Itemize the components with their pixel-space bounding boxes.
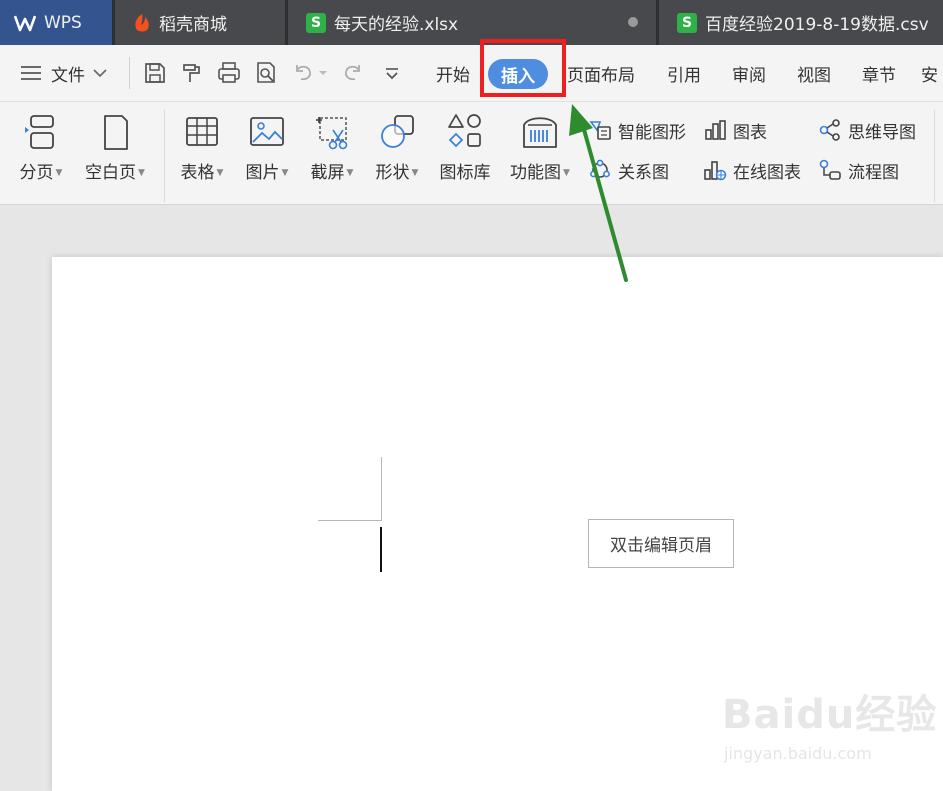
- tab-wps-home[interactable]: WPS: [0, 0, 112, 45]
- chevron-down-icon: [93, 69, 107, 78]
- shape-button[interactable]: 形状 ▼: [371, 112, 423, 200]
- file-menu-button[interactable]: 文件: [20, 45, 120, 101]
- watermark-brand: Baidu经验: [722, 692, 938, 738]
- dropdown-caret-icon: ▼: [346, 168, 354, 178]
- icon-library-button[interactable]: 图标库: [436, 112, 494, 200]
- mind-map-button[interactable]: 思维导图: [818, 115, 916, 145]
- text-cursor: [380, 527, 382, 572]
- spreadsheet-icon: S: [306, 12, 326, 33]
- ribbon-divider: [164, 110, 165, 202]
- page-corner-mark: [381, 457, 382, 521]
- watermark-url: jingyan.baidu.com: [724, 744, 872, 763]
- tab-chapter[interactable]: 章节: [855, 45, 903, 101]
- table-button[interactable]: 表格 ▼: [176, 112, 228, 200]
- redo-icon[interactable]: [340, 61, 364, 85]
- tab-bar: WPS 稻壳商城 S 每天的经验.xlsx S 百度经验2019-8-19数据.…: [0, 0, 943, 45]
- bar-chart-icon: [705, 120, 726, 140]
- baidu-watermark: Baidu经验 jingyan.baidu.com: [722, 682, 936, 774]
- print-icon[interactable]: [217, 61, 241, 85]
- blank-page-button[interactable]: 空白页 ▼: [80, 112, 150, 200]
- icon-library-label: 图标库: [439, 163, 491, 183]
- undo-icon[interactable]: [292, 61, 316, 85]
- tab-daoke-store[interactable]: 稻壳商城: [115, 0, 285, 45]
- page-break-label: 分页: [19, 163, 54, 183]
- smart-graphic-icon: [589, 121, 611, 140]
- wps-logo-icon: [14, 15, 36, 31]
- table-label: 表格: [180, 163, 215, 183]
- tab-xlsx-label: 每天的经验.xlsx: [334, 15, 459, 35]
- screenshot-label: 截屏: [310, 163, 345, 183]
- dropdown-caret-icon: ▼: [281, 168, 289, 178]
- page-break-icon: [21, 112, 61, 152]
- insert-ribbon: 分页 ▼ 空白页 ▼ 表格 ▼ 图片 ▼ 截屏 ▼ 形状 ▼ 图标库 功能图 ▼…: [0, 101, 943, 205]
- relation-chart-button[interactable]: 关系图: [588, 155, 669, 185]
- tab-csv-file[interactable]: S 百度经验2019-8-19数据.csv: [659, 0, 943, 45]
- blank-page-label: 空白页: [85, 163, 137, 183]
- relation-chart-icon: [590, 159, 610, 178]
- relation-chart-label: 关系图: [618, 162, 669, 183]
- tab-reference[interactable]: 引用: [660, 45, 708, 101]
- shape-label: 形状: [375, 163, 410, 183]
- flowchart-icon: [819, 159, 841, 180]
- daoke-logo-icon: [135, 13, 149, 31]
- icon-library-icon: [445, 112, 485, 152]
- function-chart-label: 功能图: [510, 163, 562, 183]
- tab-start[interactable]: 开始: [430, 45, 476, 101]
- barcode-chart-icon: [520, 112, 560, 152]
- print-preview-icon[interactable]: [254, 61, 278, 85]
- dropdown-caret-icon: ▼: [55, 168, 63, 178]
- menu-bar: 文件 开始 插入 页面布局 引用 审阅 视图 章节 安: [0, 45, 943, 101]
- file-menu-label: 文件: [51, 65, 85, 86]
- online-chart-icon: [704, 161, 727, 181]
- mind-map-label: 思维导图: [848, 122, 916, 143]
- flowchart-label: 流程图: [848, 162, 899, 183]
- ribbon-divider: [934, 110, 935, 202]
- unsaved-dot-icon: [628, 17, 638, 27]
- picture-label: 图片: [245, 163, 280, 183]
- tab-review[interactable]: 审阅: [725, 45, 773, 101]
- chart-label: 图表: [733, 122, 767, 143]
- tab-security[interactable]: 安: [921, 45, 943, 101]
- smart-graphic-button[interactable]: 智能图形: [588, 115, 686, 145]
- tab-wps-label: WPS: [44, 12, 82, 33]
- edit-header-tooltip[interactable]: 双击编辑页眉: [588, 519, 734, 568]
- chart-button[interactable]: 图表: [703, 115, 767, 145]
- customize-quick-access-icon[interactable]: [380, 61, 404, 85]
- table-icon: [182, 112, 222, 152]
- online-chart-button[interactable]: 在线图表: [703, 155, 801, 185]
- blank-page-icon: [95, 112, 135, 152]
- tab-view[interactable]: 视图: [790, 45, 838, 101]
- spreadsheet-icon: S: [677, 12, 697, 33]
- dropdown-caret-icon: ▼: [138, 168, 145, 178]
- tab-daoke-label: 稻壳商城: [159, 15, 227, 35]
- undo-dropdown-icon[interactable]: [317, 61, 329, 85]
- menu-divider: [129, 57, 130, 89]
- highlight-box: [480, 39, 566, 97]
- screenshot-scissors-icon: [312, 112, 352, 152]
- page-break-button[interactable]: 分页 ▼: [14, 112, 68, 200]
- format-painter-icon[interactable]: [180, 61, 204, 85]
- save-icon[interactable]: [143, 61, 167, 85]
- dropdown-caret-icon: ▼: [563, 168, 570, 178]
- flowchart-button[interactable]: 流程图: [818, 155, 899, 185]
- picture-icon: [247, 112, 287, 152]
- function-chart-button[interactable]: 功能图 ▼: [505, 112, 575, 200]
- screenshot-button[interactable]: 截屏 ▼: [306, 112, 358, 200]
- dropdown-caret-icon: ▼: [411, 168, 419, 178]
- dropdown-caret-icon: ▼: [216, 168, 224, 178]
- picture-button[interactable]: 图片 ▼: [241, 112, 293, 200]
- smart-graphic-label: 智能图形: [618, 122, 686, 143]
- page-corner-mark: [318, 520, 382, 521]
- tab-csv-label: 百度经验2019-8-19数据.csv: [705, 15, 929, 35]
- online-chart-label: 在线图表: [733, 162, 801, 183]
- tab-page-layout[interactable]: 页面布局: [562, 45, 640, 101]
- tab-xlsx-file[interactable]: S 每天的经验.xlsx: [288, 0, 656, 45]
- shapes-icon: [377, 112, 417, 152]
- hamburger-icon: [21, 66, 41, 80]
- mind-map-icon: [819, 119, 840, 141]
